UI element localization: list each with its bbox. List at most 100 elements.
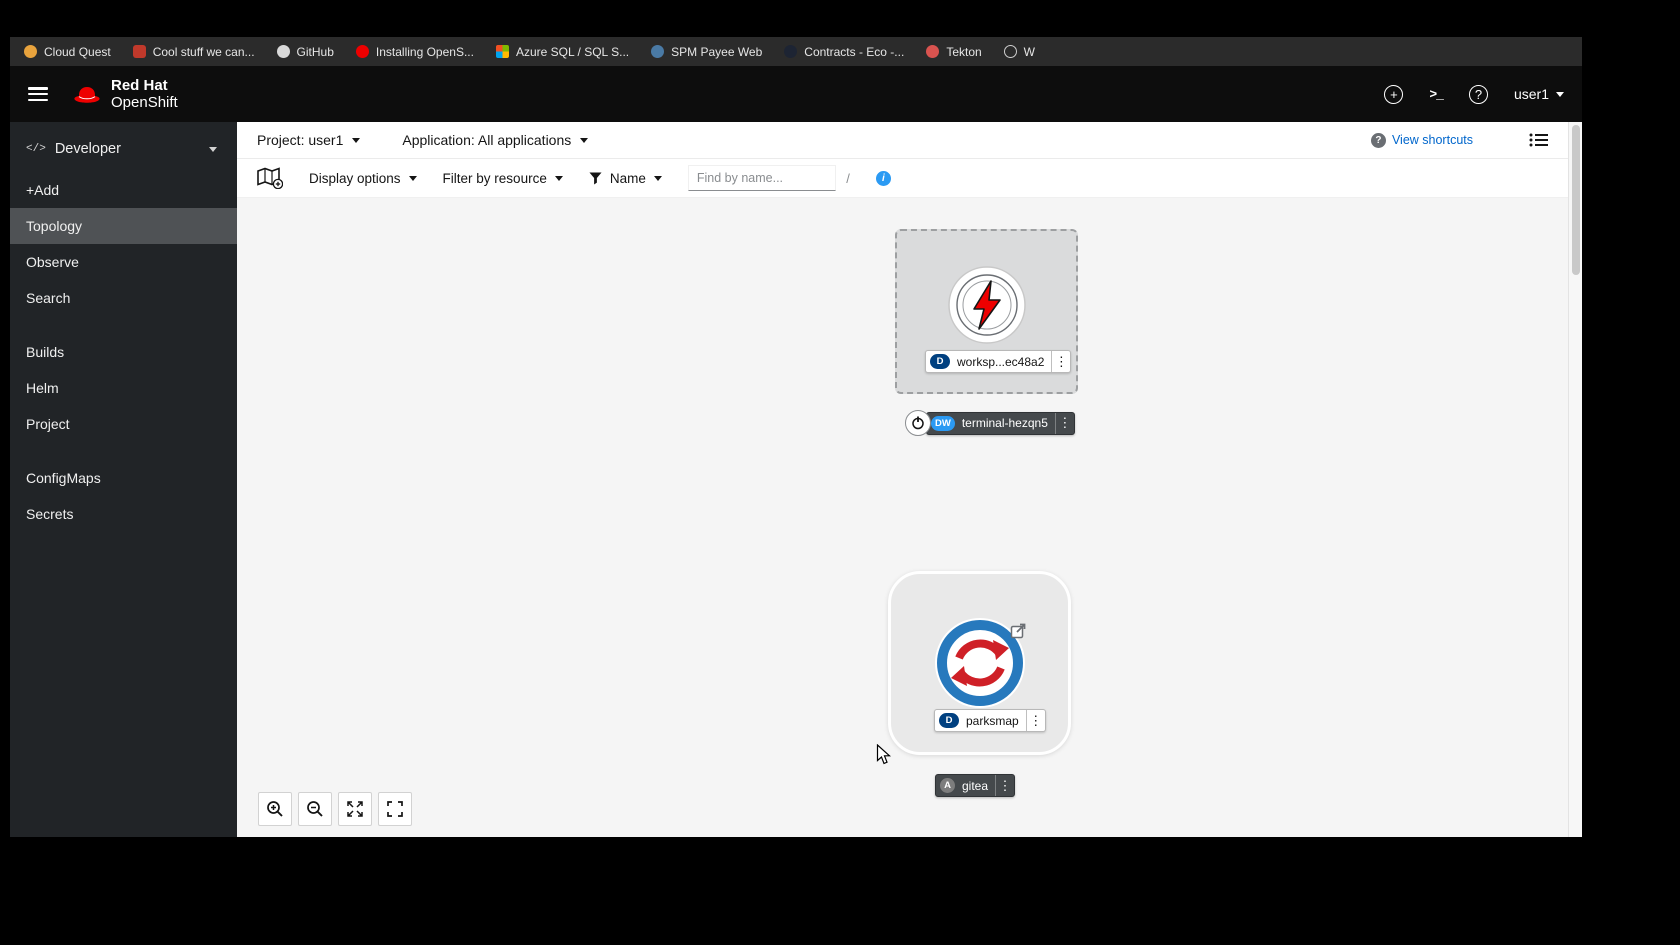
kebab-menu-icon[interactable]: ⋮ (1051, 351, 1070, 372)
bookmark-tekton[interactable]: Tekton (926, 44, 982, 59)
display-options-label: Display options (309, 170, 401, 186)
bookmark-installing-openshift[interactable]: Installing OpenS... (355, 44, 474, 59)
find-by-name-input[interactable] (687, 165, 836, 191)
gitea-label-text: gitea (962, 778, 989, 793)
sidebar-item-configmaps[interactable]: ConfigMaps (10, 460, 237, 496)
chevron-down-icon (209, 146, 217, 152)
sidebar-item-builds[interactable]: Builds (10, 334, 237, 370)
cloud-quest-favicon (24, 45, 37, 58)
bookmark-github[interactable]: GitHub (276, 45, 334, 59)
fit-to-screen-button[interactable] (338, 792, 372, 826)
browser-viewport: Cloud Quest Cool stuff we can... GitHub … (10, 37, 1582, 837)
workspace-node-label[interactable]: D worksp...ec48a2 ⋮ (925, 350, 1072, 373)
bookmark-cloud-quest[interactable]: Cloud Quest (24, 45, 111, 59)
sidebar-item-search[interactable]: Search (10, 280, 237, 316)
zoom-in-button[interactable] (258, 792, 292, 826)
code-brackets-icon: </> (26, 143, 46, 155)
sidebar-item-topology[interactable]: Topology (10, 208, 237, 244)
kebab-menu-icon[interactable]: ⋮ (1025, 710, 1045, 731)
parksmap-node-label[interactable]: D parksmap ⋮ (934, 709, 1046, 732)
bookmark-cool-stuff[interactable]: Cool stuff we can... (132, 44, 255, 59)
info-icon[interactable]: i (875, 170, 891, 186)
name-filter-label: Name (609, 170, 646, 186)
bookmark-label: Cloud Quest (44, 44, 111, 59)
deployment-badge: D (930, 354, 950, 369)
microsoft-favicon (495, 45, 509, 58)
bookmarks-bar: Cloud Quest Cool stuff we can... GitHub … (10, 37, 1582, 66)
workspace-label-text: worksp...ec48a2 (957, 354, 1045, 369)
chevron-down-icon (653, 175, 662, 181)
workspace-decorator-icon[interactable] (905, 410, 931, 436)
list-view-icon[interactable] (1529, 132, 1548, 148)
sidebar-item-project[interactable]: Project (10, 406, 237, 442)
perspective-switcher[interactable]: </> Developer (10, 122, 237, 172)
open-url-decorator-icon[interactable] (1010, 622, 1027, 639)
filter-by-resource-label: Filter by resource (442, 170, 547, 186)
username: user1 (1513, 86, 1549, 102)
chevron-down-icon (1556, 91, 1564, 97)
zoom-out-button[interactable] (298, 792, 332, 826)
view-shortcuts-label: View shortcuts (1391, 133, 1473, 147)
project-selector[interactable]: Project: user1 (257, 132, 361, 148)
sidebar-item-add[interactable]: +Add (10, 172, 237, 208)
context-bar: Project: user1 Application: All applicat… (237, 122, 1568, 159)
bookmark-label: Tekton (946, 44, 982, 59)
terminal-label-text: terminal-hezqn5 (961, 416, 1048, 430)
scrollbar[interactable] (1568, 122, 1582, 837)
hamburger-menu-icon[interactable] (28, 87, 48, 101)
terminal-icon[interactable]: >_ (1429, 87, 1444, 102)
sidebar-item-helm[interactable]: Helm (10, 370, 237, 406)
topology-toolbar: Display options Filter by resource Name … (237, 159, 1568, 198)
bookmark-label: Azure SQL / SQL S... (515, 44, 630, 59)
view-shortcuts-link[interactable]: ? View shortcuts (1370, 132, 1473, 148)
user-menu[interactable]: user1 (1514, 86, 1564, 102)
bookmark-label: W (1023, 44, 1035, 59)
kebab-menu-icon[interactable]: ⋮ (995, 775, 1014, 796)
bookmark-spm-payee[interactable]: SPM Payee Web (651, 45, 762, 59)
web-favicon (651, 45, 665, 58)
filter-by-resource-dropdown[interactable]: Filter by resource (443, 171, 563, 186)
openshift-favicon (355, 45, 369, 58)
terminal-node-row[interactable]: DW terminal-hezqn5 ⋮ (905, 410, 1075, 436)
bookmark-azure-sql[interactable]: Azure SQL / SQL S... (495, 44, 630, 59)
bookmark-w[interactable]: W (1003, 44, 1035, 59)
github-favicon (276, 45, 290, 58)
chevron-down-icon (554, 175, 563, 181)
add-circle-icon[interactable]: + (1384, 84, 1404, 104)
chevron-down-icon (352, 137, 361, 143)
chevron-down-icon (580, 137, 589, 143)
filter-funnel-icon (589, 171, 602, 185)
slash-shortcut-hint: / (846, 170, 850, 186)
bookmark-contracts[interactable]: Contracts - Eco -... (784, 45, 904, 59)
topology-canvas[interactable]: D worksp...ec48a2 ⋮ DW terminal-hezqn5 ⋮… (237, 198, 1568, 837)
display-options-dropdown[interactable]: Display options (309, 171, 417, 186)
chevron-down-icon (408, 175, 417, 181)
book-favicon (132, 45, 146, 58)
sidebar-item-secrets[interactable]: Secrets (10, 496, 237, 532)
topology-view-icon[interactable] (257, 167, 283, 189)
scrollbar-thumb[interactable] (1571, 125, 1580, 275)
sidebar: </> Developer +Add Topology Observe Sear… (10, 122, 237, 837)
application-selector[interactable]: Application: All applications (402, 132, 589, 148)
red-hat-fedora-icon (74, 86, 100, 103)
mouse-cursor (876, 743, 892, 770)
terminal-node-label[interactable]: DW terminal-hezqn5 ⋮ (926, 411, 1075, 435)
devworkspace-icon (947, 265, 1027, 345)
redhat-openshift-logo[interactable]: Red Hat OpenShift (72, 77, 178, 112)
perspective-label: Developer (54, 141, 121, 157)
application-badge: A (940, 778, 955, 793)
fullscreen-button[interactable] (378, 792, 412, 826)
bookmark-label: Installing OpenS... (375, 44, 474, 59)
kebab-menu-icon[interactable]: ⋮ (1054, 412, 1074, 434)
bookmark-label: SPM Payee Web (671, 44, 763, 59)
sidebar-item-observe[interactable]: Observe (10, 244, 237, 280)
help-icon[interactable]: ? (1468, 84, 1488, 104)
bookmark-label: Cool stuff we can... (152, 44, 255, 59)
parksmap-label-text: parksmap (966, 713, 1019, 728)
gitea-node-label[interactable]: A gitea ⋮ (935, 774, 1016, 797)
globe-favicon (1003, 45, 1017, 58)
deployment-badge: D (939, 713, 959, 728)
brand-line-1: Red Hat (111, 76, 168, 94)
name-filter-dropdown[interactable]: Name (589, 171, 662, 186)
main-content: Project: user1 Application: All applicat… (237, 122, 1568, 837)
